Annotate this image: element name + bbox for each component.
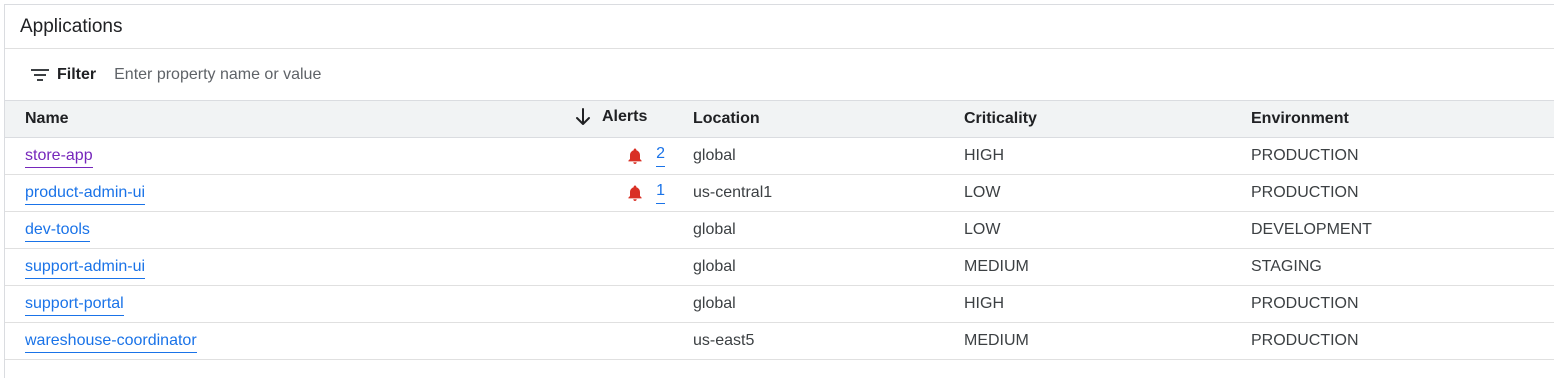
applications-panel: Applications Filter Name (4, 4, 1554, 378)
alert-count-link[interactable]: 2 (656, 145, 665, 167)
filter-list-icon (31, 68, 49, 82)
column-header-criticality-label: Criticality (964, 110, 1037, 127)
cell-location: global (693, 221, 736, 238)
cell-location: global (693, 147, 736, 164)
applications-table: Name Alerts Location Criticality Environ… (5, 100, 1554, 360)
cell-name: dev-tools (5, 212, 569, 249)
cell-location: global (693, 258, 736, 275)
arrow-down-icon (575, 107, 591, 126)
cell-environment: DEVELOPMENT (1251, 221, 1372, 238)
cell-location: us-central1 (693, 184, 773, 201)
cell-alerts (569, 286, 693, 323)
app-name-link[interactable]: dev-tools (25, 221, 90, 242)
table-row: wareshouse-coordinator us-east5 MEDIUM PROD… (5, 323, 1554, 360)
cell-alerts: 1 (569, 175, 693, 212)
cell-alerts (569, 323, 693, 360)
cell-location: global (693, 295, 736, 312)
cell-name: product-admin-ui (5, 175, 569, 212)
cell-environment: STAGING (1251, 258, 1322, 275)
alerts-wrap: 2 (569, 145, 693, 167)
cell-criticality: MEDIUM (964, 332, 1029, 349)
cell-name: wareshouse-coordinator (5, 323, 569, 360)
filter-input[interactable] (114, 65, 715, 84)
app-name-link[interactable]: product-admin-ui (25, 184, 146, 205)
column-header-name-label: Name (25, 110, 69, 127)
table-body: store-app 2 global HIGH PRODUCTION product-ad… (5, 138, 1554, 360)
alert-count-link[interactable]: 1 (656, 182, 665, 204)
app-name-link[interactable]: wareshouse-coordinator (25, 332, 197, 353)
cell-name: support-admin-ui (5, 249, 569, 286)
table-row: product-admin-ui 1 us-central1 LOW PRODUCTIO… (5, 175, 1554, 212)
column-header-alerts[interactable]: Alerts (569, 100, 693, 138)
cell-criticality: LOW (964, 221, 1001, 238)
app-name-link[interactable]: store-app (25, 147, 93, 168)
cell-location: us-east5 (693, 332, 755, 349)
filter-button[interactable]: Filter (31, 66, 96, 84)
cell-criticality: LOW (964, 184, 1001, 201)
cell-alerts (569, 249, 693, 286)
bell-icon (626, 147, 644, 165)
filter-label: Filter (57, 65, 97, 83)
cell-environment: PRODUCTION (1251, 147, 1359, 164)
cell-criticality: HIGH (964, 295, 1004, 312)
app-name-link[interactable]: support-portal (25, 295, 124, 316)
table-row: support-admin-ui global MEDIUM STAGING (5, 249, 1554, 286)
table-header-row: Name Alerts Location Criticality Environ… (5, 100, 1554, 138)
table-row: store-app 2 global HIGH PRODUCTION (5, 138, 1554, 175)
column-header-location[interactable]: Location (693, 100, 964, 138)
panel-title: Applications (5, 5, 1554, 49)
column-header-environment[interactable]: Environment (1251, 100, 1554, 138)
table-row: support-portal global HIGH PRODUCTION (5, 286, 1554, 323)
cell-criticality: MEDIUM (964, 258, 1029, 275)
bell-icon (626, 184, 644, 202)
sort-indicator: Alerts (569, 107, 648, 126)
cell-environment: PRODUCTION (1251, 184, 1359, 201)
cell-criticality: HIGH (964, 147, 1004, 164)
column-header-criticality[interactable]: Criticality (964, 100, 1251, 138)
cell-name: support-portal (5, 286, 569, 323)
alerts-wrap: 1 (569, 182, 693, 204)
app-name-link[interactable]: support-admin-ui (25, 258, 146, 279)
cell-environment: PRODUCTION (1251, 295, 1359, 312)
cell-name: store-app (5, 138, 569, 175)
table-row: dev-tools global LOW DEVELOPMENT (5, 212, 1554, 249)
cell-alerts: 2 (569, 138, 693, 175)
cell-environment: PRODUCTION (1251, 332, 1359, 349)
column-header-name[interactable]: Name (5, 100, 569, 138)
column-header-location-label: Location (693, 110, 760, 127)
cell-alerts (569, 212, 693, 249)
column-header-alerts-label: Alerts (602, 107, 648, 125)
column-header-environment-label: Environment (1251, 110, 1349, 127)
filter-bar: Filter (5, 49, 1554, 100)
